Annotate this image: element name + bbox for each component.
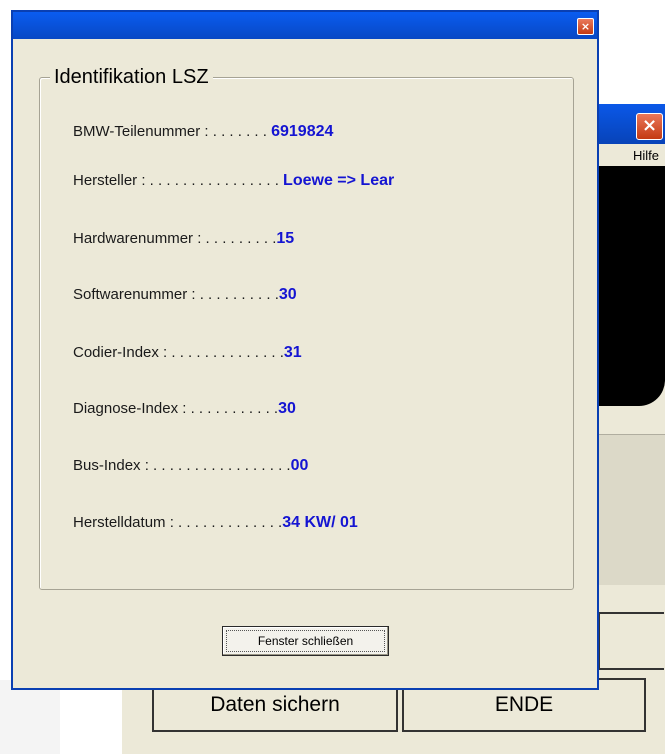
field-value: 31 [283, 344, 302, 361]
field-manufacturer: Hersteller : . . . . . . . . . . . . . .… [73, 170, 394, 192]
field-value: 30 [278, 286, 297, 303]
dialog-close-icon[interactable]: × [577, 18, 594, 35]
close-window-button[interactable]: Fenster schließen [222, 626, 389, 656]
field-coding-index: Codier-Index : . . . . . . . . . . . . .… [73, 342, 302, 364]
field-label: Bus-Index : . . . . . . . . . . . . . . … [73, 457, 291, 474]
field-label: Softwarenummer : . . . . . . . . . . [73, 286, 279, 303]
field-label: Codier-Index : . . . . . . . . . . . . .… [73, 344, 284, 361]
background-close-icon[interactable]: × [636, 113, 663, 140]
background-button[interactable] [598, 612, 664, 670]
close-window-button-label: Fenster schließen [226, 630, 385, 652]
field-value: 30 [278, 400, 296, 417]
dialog-title-bar[interactable]: × [13, 12, 597, 39]
group-title: Identifikation LSZ [50, 64, 213, 90]
field-software-number: Softwarenummer : . . . . . . . . . .30 [73, 284, 297, 306]
background-strip [0, 680, 60, 754]
field-label: BMW-Teilenummer : . . . . . . . [73, 123, 272, 140]
field-label: Diagnose-Index : . . . . . . . . . . . [73, 400, 279, 417]
field-hardware-number: Hardwarenummer : . . . . . . . . .15 [73, 228, 294, 250]
field-part-number: BMW-Teilenummer : . . . . . . . 6919824 [73, 121, 333, 143]
field-label: Herstelldatum : . . . . . . . . . . . . … [73, 514, 283, 531]
menu-item-help[interactable]: Hilfe [633, 148, 659, 163]
field-label: Hersteller : . . . . . . . . . . . . . .… [73, 172, 284, 189]
field-value: 6919824 [271, 123, 334, 140]
field-manufacture-date: Herstelldatum : . . . . . . . . . . . . … [73, 512, 358, 534]
field-bus-index: Bus-Index : . . . . . . . . . . . . . . … [73, 455, 308, 477]
field-diagnosis-index: Diagnose-Index : . . . . . . . . . . .30 [73, 398, 296, 420]
background-group-panel [598, 434, 665, 585]
field-value: 00 [290, 457, 309, 474]
field-label: Hardwarenummer : . . . . . . . . . [73, 230, 277, 247]
field-value: 15 [276, 230, 295, 247]
identification-dialog: × Identifikation LSZ BMW-Teilenummer : .… [11, 10, 599, 690]
field-value: Loewe => Lear [283, 172, 395, 189]
field-value: 34 KW/ 01 [282, 514, 358, 531]
